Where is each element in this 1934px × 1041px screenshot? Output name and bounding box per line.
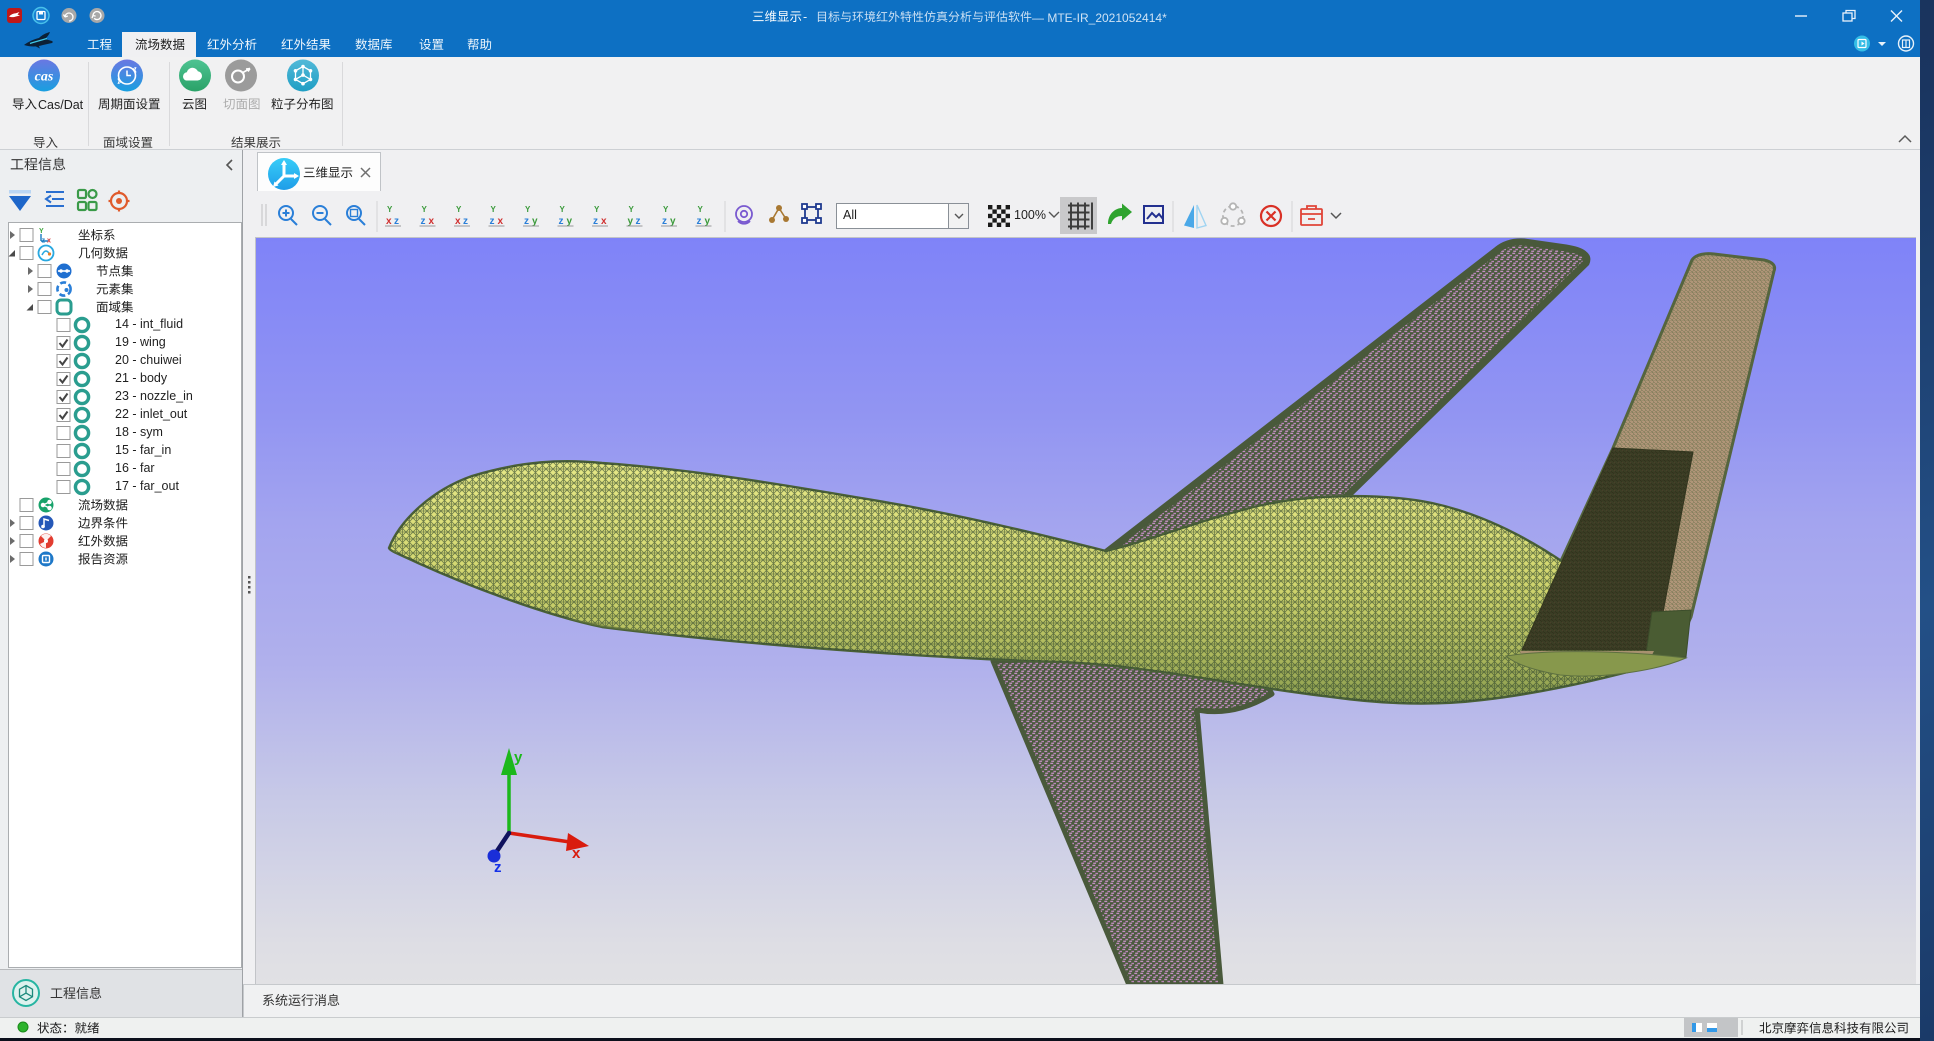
svg-text:x: x	[47, 238, 51, 245]
svg-text:z: z	[463, 216, 468, 227]
svg-text:z: z	[697, 216, 702, 227]
svg-text:y: y	[628, 216, 634, 227]
svg-text:Y: Y	[698, 205, 704, 214]
svg-text:z: z	[559, 216, 564, 227]
svg-text:y: y	[567, 216, 573, 227]
svg-text:Y: Y	[663, 205, 669, 214]
svg-text:Y: Y	[594, 205, 600, 214]
svg-text:z: z	[662, 216, 667, 227]
svg-text:y: y	[670, 216, 676, 227]
svg-text:z: z	[42, 238, 46, 245]
svg-text:z: z	[524, 216, 529, 227]
svg-text:Y: Y	[525, 205, 531, 214]
svg-text:x: x	[386, 216, 392, 227]
svg-text:y: y	[705, 216, 711, 227]
svg-text:Y: Y	[387, 205, 393, 214]
svg-text:Y: Y	[560, 205, 566, 214]
svg-text:x: x	[498, 216, 504, 227]
svg-text:z: z	[636, 216, 641, 227]
svg-text:cas: cas	[35, 70, 54, 85]
svg-text:Y: Y	[629, 205, 635, 214]
svg-text:Y: Y	[422, 205, 428, 214]
svg-text:y: y	[532, 216, 538, 227]
svg-text:x: x	[429, 216, 435, 227]
svg-text:z: z	[490, 216, 495, 227]
svg-text:z: z	[394, 216, 399, 227]
svg-text:Y: Y	[491, 205, 497, 214]
svg-text:z: z	[421, 216, 426, 227]
svg-text:x: x	[601, 216, 607, 227]
svg-text:Y: Y	[39, 228, 44, 235]
svg-text:Y: Y	[456, 205, 462, 214]
svg-text:x: x	[455, 216, 461, 227]
svg-text:z: z	[593, 216, 598, 227]
